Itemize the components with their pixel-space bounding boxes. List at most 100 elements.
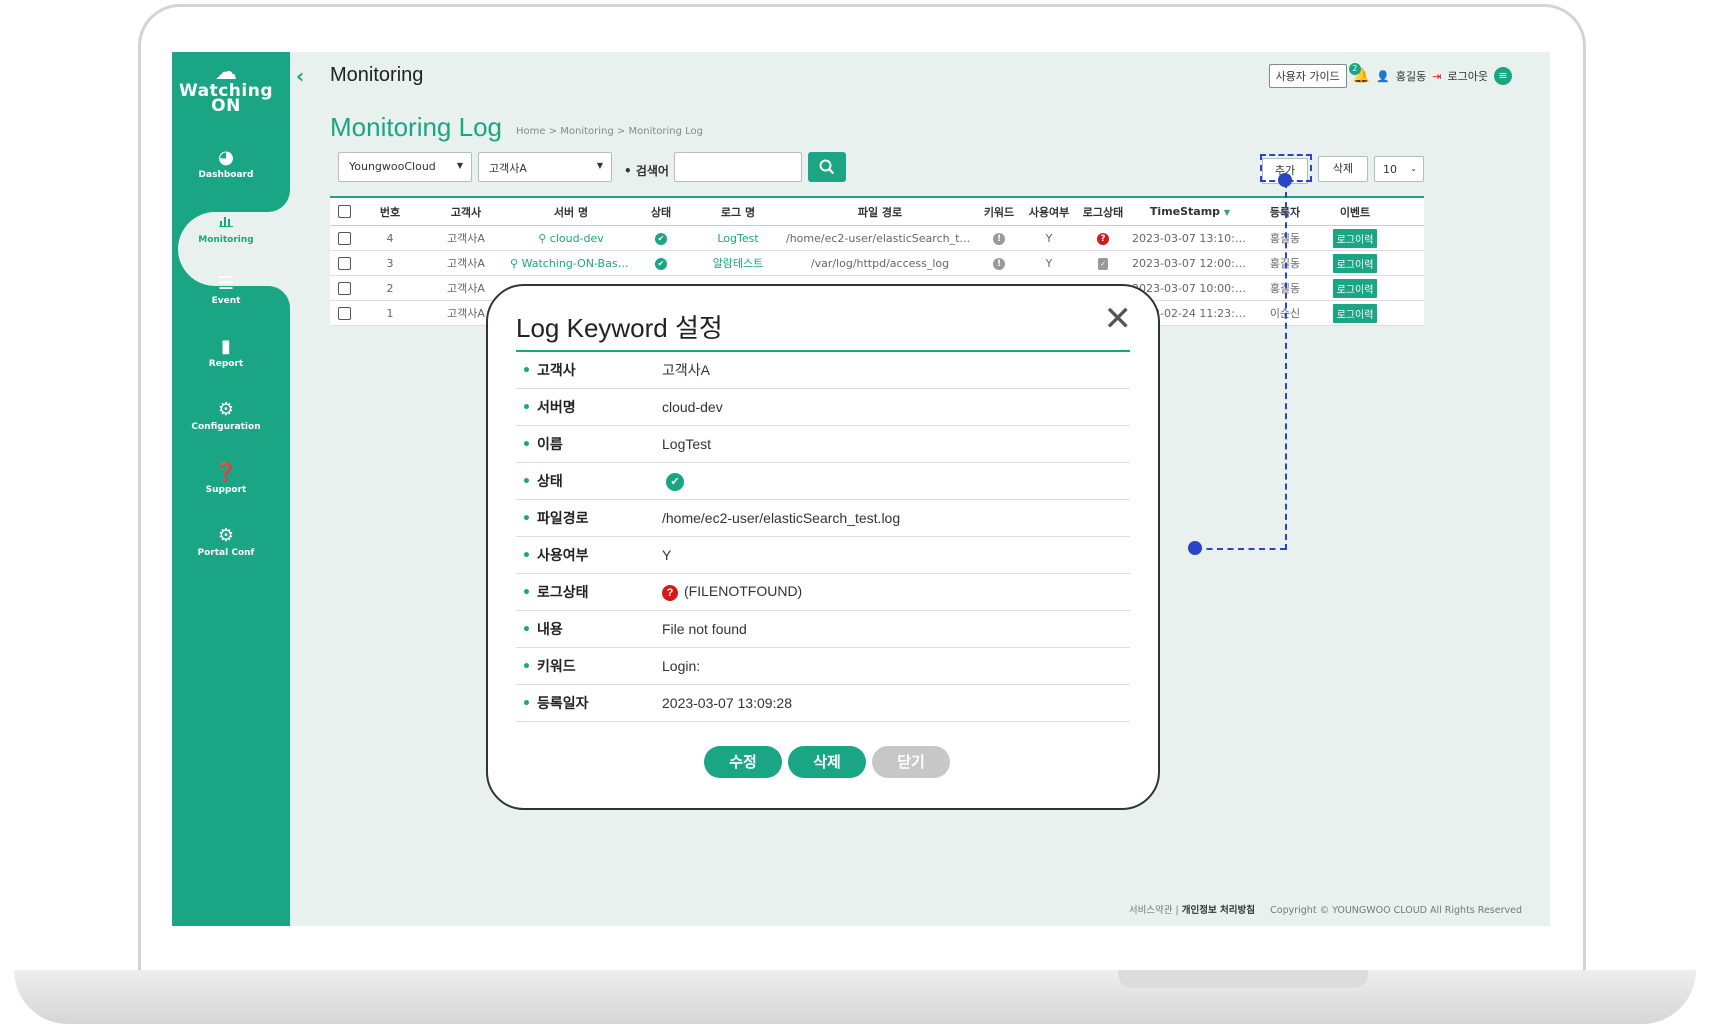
field-server: 서버명 cloud-dev <box>516 389 1130 426</box>
check-circle-icon: ✔ <box>655 233 667 245</box>
field-value: 고객사A <box>662 362 710 378</box>
table-row[interactable]: 3 고객사A ⚲ Watching-ON-Bastion ✔ 알람테스트 /va… <box>330 251 1424 276</box>
log-history-button[interactable]: 로그이력 <box>1332 278 1378 298</box>
footer: 서비스약관 | 개인정보 처리방침 Copyright © YOUNGWOO C… <box>1128 905 1522 916</box>
clipboard-check-icon: ✓ <box>1098 258 1108 270</box>
field-label: 키워드 <box>516 656 662 676</box>
cell-customer: 고객사A <box>447 232 485 245</box>
sidebar-item-monitoring[interactable]: Monitoring <box>172 212 280 245</box>
page-size-select[interactable]: 10 ⌄ <box>1374 156 1424 182</box>
user-guide-button[interactable]: 사용자 가이드 <box>1268 64 1347 88</box>
cell-path: /home/ec2-user/elasticSearch_test.l··· <box>786 231 974 245</box>
sidebar-item-label: Dashboard <box>198 170 254 180</box>
gear-icon: ⚙ <box>217 399 235 420</box>
edit-button[interactable]: 수정 <box>704 746 782 778</box>
error-icon: ? <box>662 585 678 601</box>
annotation-connector-vertical <box>1285 182 1287 550</box>
col-header: 고객사 <box>450 205 482 219</box>
server-link[interactable]: cloud-dev <box>550 232 604 245</box>
menu-icon[interactable]: ≡ <box>1494 67 1512 85</box>
search-input[interactable] <box>674 152 802 182</box>
nav-active-cap-top <box>268 186 290 212</box>
field-registered-date: 등록일자 2023-03-07 13:09:28 <box>516 685 1130 722</box>
cell-log-name[interactable]: 알람테스트 <box>690 255 786 271</box>
search-icon <box>819 159 835 175</box>
search-icon: ⚲ <box>538 231 547 245</box>
search-button[interactable] <box>808 152 846 182</box>
sidebar-item-label: Configuration <box>191 422 261 432</box>
info-icon[interactable]: ! <box>993 233 1005 245</box>
col-header: 파일 경로 <box>857 205 903 219</box>
field-value: cloud-dev <box>662 399 723 415</box>
cell-log-name[interactable]: LogTest <box>690 232 786 245</box>
log-history-button[interactable]: 로그이력 <box>1332 228 1378 248</box>
row-checkbox[interactable] <box>337 231 351 245</box>
delete-button[interactable]: 삭제 <box>1318 156 1368 182</box>
field-label: 사용여부 <box>516 545 662 565</box>
field-customer: 고객사 고객사A <box>516 352 1130 389</box>
caret-down-icon: ▼ <box>456 161 463 170</box>
annotation-dot-end <box>1188 541 1202 555</box>
field-label: 고객사 <box>516 360 662 380</box>
field-label: 내용 <box>516 619 662 639</box>
log-history-button[interactable]: 로그이력 <box>1332 303 1378 323</box>
field-log-status: 로그상태 ? (FILENOTFOUND) <box>516 574 1130 611</box>
user-icon: 👤 <box>1376 69 1390 83</box>
col-header: 키워드 <box>983 205 1015 219</box>
server-link[interactable]: Watching-ON-Bastion <box>522 257 632 270</box>
customer-select[interactable]: 고객사A ▼ <box>478 152 612 182</box>
caret-down-icon: ▼ <box>596 161 603 170</box>
logout-link[interactable]: 로그아웃 <box>1448 68 1488 84</box>
breadcrumb: Home > Monitoring > Monitoring Log <box>516 126 703 137</box>
col-header: 이벤트 <box>1339 205 1371 219</box>
close-icon[interactable]: ✕ <box>1104 302 1133 336</box>
user-name[interactable]: 홍길동 <box>1396 68 1426 84</box>
chevron-left-icon[interactable]: ‹ <box>296 64 304 88</box>
cloud-select-value: YoungwooCloud <box>349 160 436 173</box>
search-label: • 검색어 <box>624 164 669 178</box>
close-button[interactable]: 닫기 <box>872 746 950 778</box>
log-history-button[interactable]: 로그이력 <box>1332 253 1378 273</box>
select-all-checkbox[interactable] <box>337 205 351 219</box>
clipboard-icon: ▮ <box>221 336 231 357</box>
modal-delete-button[interactable]: 삭제 <box>788 746 866 778</box>
cell-no: 2 <box>386 281 394 295</box>
cell-timestamp: 2023-03-07 13:10:09 <box>1132 231 1248 245</box>
field-use: 사용여부 Y <box>516 537 1130 574</box>
cell-server[interactable]: ⚲ Watching-ON-Bastion <box>510 257 632 270</box>
chevron-down-icon: ⌄ <box>1410 164 1417 173</box>
field-label: 로그상태 <box>516 582 662 602</box>
annotation-connector-horizontal <box>1196 548 1286 550</box>
field-content: 내용 File not found <box>516 611 1130 648</box>
field-label: 상태 <box>516 471 662 491</box>
info-icon[interactable]: ! <box>993 258 1005 270</box>
cell-timestamp: 2023-03-07 12:00:01 <box>1132 256 1248 270</box>
col-header: 서버 명 <box>553 205 589 219</box>
row-checkbox[interactable] <box>337 256 351 270</box>
bell-icon[interactable]: 🔔 2 <box>1348 63 1370 84</box>
error-icon: ? <box>1097 233 1109 245</box>
sidebar-item-event[interactable]: ☰ Event <box>172 274 280 307</box>
privacy-link[interactable]: 개인정보 처리방침 <box>1182 905 1255 916</box>
sidebar-item-report[interactable]: ▮ Report <box>172 336 280 370</box>
sidebar-item-label: Monitoring <box>198 235 254 245</box>
check-circle-icon: ✔ <box>666 472 684 491</box>
laptop-base <box>14 970 1696 1024</box>
col-header-timestamp[interactable]: TimeStamp ▼ <box>1132 205 1248 218</box>
help-icon: ❓ <box>214 462 238 483</box>
field-value: LogTest <box>662 436 712 452</box>
field-label: 이름 <box>516 434 662 454</box>
sidebar-item-support[interactable]: ❓ Support <box>172 462 280 496</box>
sidebar-item-label: Portal Conf <box>197 548 255 558</box>
row-checkbox[interactable] <box>337 281 351 295</box>
logo: ☁ Watching ON <box>172 62 280 115</box>
sidebar-item-portal-conf[interactable]: ⚙ Portal Conf <box>172 526 280 559</box>
cloud-select[interactable]: YoungwooCloud ▼ <box>338 152 472 182</box>
sidebar-item-configuration[interactable]: ⚙ Configuration <box>172 399 280 433</box>
terms-link[interactable]: 서비스약관 <box>1129 905 1173 916</box>
sidebar-item-dashboard[interactable]: ◕ Dashboard <box>172 148 280 181</box>
row-checkbox[interactable] <box>337 306 351 320</box>
table-row[interactable]: 4 고객사A ⚲ cloud-dev ✔ LogTest /home/ec2-u… <box>330 226 1424 251</box>
col-header: 상태 <box>650 205 672 219</box>
cell-server[interactable]: ⚲ cloud-dev <box>510 232 632 245</box>
